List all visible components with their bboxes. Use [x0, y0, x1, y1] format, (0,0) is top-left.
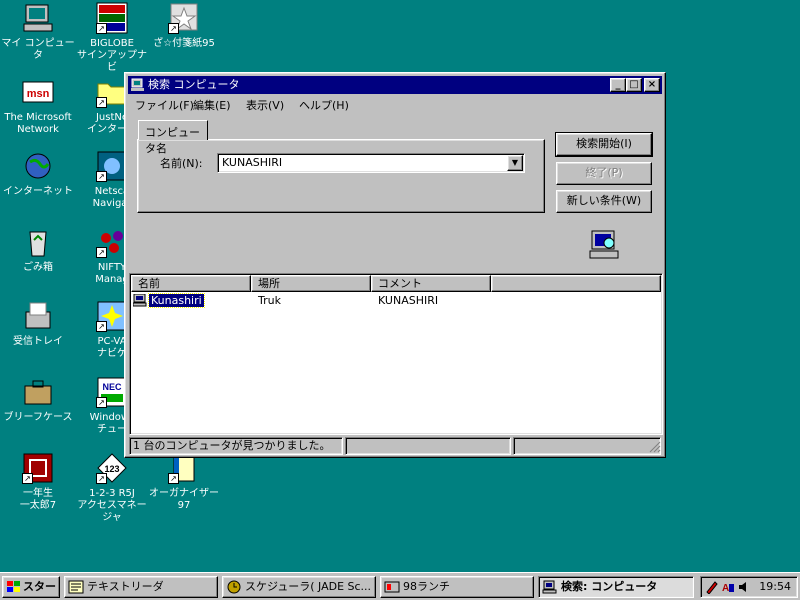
tab-panel	[137, 139, 545, 213]
msn-icon-image: msn	[22, 76, 54, 108]
globe-icon	[22, 150, 54, 182]
icon-label: ブリーフケース	[3, 412, 73, 423]
icon-label: オーガナイザー 97	[149, 488, 219, 511]
status-text: 1 台のコンピュータが見つかりました。	[129, 437, 343, 455]
ichitaro-icon[interactable]: ↗ 一年生 一太郎7	[0, 452, 76, 512]
msn-icon[interactable]: msn The Microsoft Network	[0, 76, 76, 136]
start-button[interactable]: スタート	[2, 576, 60, 598]
new-search-button[interactable]: 新しい条件(W)	[556, 190, 652, 213]
minimize-button[interactable]: _	[610, 78, 626, 92]
system-tray: A 19:54	[700, 576, 798, 598]
start-search-button[interactable]: 検索開始(I)	[555, 132, 653, 157]
find-computer-icon	[131, 78, 145, 92]
menu-help[interactable]: ヘルプ(H)	[299, 97, 349, 113]
name-combobox-value: KUNASHIRI	[222, 156, 283, 169]
taskbar: スタート テキストリーダ スケジューラ( JADE Sc... 98ランチ 検索…	[0, 572, 800, 600]
chevron-down-icon[interactable]: ▼	[507, 155, 523, 171]
taskbar-item-scheduler[interactable]: スケジューラ( JADE Sc...	[222, 576, 376, 598]
svg-text:NEC: NEC	[102, 382, 122, 392]
maximize-button[interactable]: □	[626, 78, 642, 92]
sticky-notes-icon-image: ↗	[168, 2, 200, 34]
svg-text:msn: msn	[27, 88, 50, 100]
resize-grip-icon[interactable]	[649, 441, 661, 453]
window-title: 検索 コンピュータ	[148, 78, 240, 91]
lotus-123-icon[interactable]: 123 ↗ 1-2-3 R5J アクセスマネージャ	[74, 452, 150, 524]
svg-text:A: A	[722, 583, 729, 594]
taskbar-item-text-reader[interactable]: テキストリーダ	[64, 576, 218, 598]
taskbar-item-98-launcher[interactable]: 98ランチ	[380, 576, 534, 598]
taskbar-item-label: 検索: コンピュータ	[561, 580, 658, 593]
icon-label: 一年生 一太郎7	[19, 488, 57, 511]
clock[interactable]: 19:54	[759, 580, 791, 593]
stop-button[interactable]: 終了(P)	[556, 162, 652, 185]
search-computer-icon	[589, 229, 621, 261]
result-name: Kunashiri	[148, 293, 205, 308]
result-location: Truk	[258, 294, 281, 307]
status-panel-2	[345, 437, 511, 455]
recycle-bin-icon[interactable]: ごみ箱	[0, 226, 76, 274]
sticky-notes-icon[interactable]: ↗ ざ☆付箋紙95	[146, 2, 222, 50]
icon-label: インターネット	[3, 186, 73, 197]
table-row[interactable]: Kunashiri Truk KUNASHIRI	[132, 293, 662, 309]
icon-label: BIGLOBE サインアップナビ	[77, 38, 147, 73]
find-computer-icon	[542, 580, 558, 594]
taskbar-item-find-computer[interactable]: 検索: コンピュータ	[538, 576, 694, 598]
menu-edit[interactable]: 編集(E)	[193, 97, 231, 113]
result-comment: KUNASHIRI	[378, 294, 439, 307]
recycle-bin-icon-image	[22, 226, 54, 258]
taskbar-item-label: スケジューラ( JADE Sc...	[245, 580, 372, 593]
clock-icon	[226, 580, 242, 594]
icon-label: 受信トレイ	[13, 336, 63, 347]
tab-computer-name[interactable]: コンピュータ名	[138, 120, 208, 155]
briefcase-icon-image	[22, 376, 54, 408]
menu-file[interactable]: ファイル(F)	[135, 97, 194, 113]
name-label: 名前(N):	[160, 157, 203, 170]
ichitaro-icon-image: ↗	[22, 452, 54, 484]
icon-label: マイ コンピュータ	[1, 38, 75, 61]
column-filler	[491, 275, 661, 292]
status-panel-3	[513, 437, 661, 455]
organizer-icon[interactable]: ↗ オーガナイザー 97	[146, 452, 222, 512]
column-name[interactable]: 名前	[131, 275, 251, 292]
internet-icon[interactable]: インターネット	[0, 150, 76, 198]
results-list[interactable]: 名前 場所 コメント Kunashiri Truk KUNASHIRI	[129, 273, 663, 435]
computer-icon	[132, 293, 147, 307]
icon-label: 1-2-3 R5J アクセスマネージャ	[77, 488, 147, 523]
launcher-icon	[384, 580, 400, 594]
my-computer-icon-image	[22, 2, 54, 34]
name-combobox[interactable]: KUNASHIRI ▼	[217, 153, 525, 173]
briefcase-icon[interactable]: ブリーフケース	[0, 376, 76, 424]
column-comment[interactable]: コメント	[371, 275, 491, 292]
column-location[interactable]: 場所	[251, 275, 371, 292]
biglobe-icon-image: ↗	[96, 2, 128, 34]
inbox-icon[interactable]: 受信トレイ	[0, 300, 76, 348]
icon-label: ごみ箱	[23, 262, 53, 273]
text-reader-icon	[68, 580, 84, 594]
window-titlebar[interactable]: 検索 コンピュータ _ □ ×	[128, 76, 662, 94]
icon-label: The Microsoft Network	[4, 112, 72, 135]
menu-view[interactable]: 表示(V)	[246, 97, 284, 113]
biglobe-signup-icon[interactable]: ↗ BIGLOBE サインアップナビ	[74, 2, 150, 74]
volume-icon[interactable]	[737, 580, 751, 597]
my-computer-icon[interactable]: マイ コンピュータ	[0, 2, 76, 62]
ime-icon[interactable]: A	[721, 580, 735, 597]
close-button[interactable]: ×	[644, 78, 660, 92]
taskbar-item-label: テキストリーダ	[87, 580, 164, 593]
start-label: スタート	[23, 580, 59, 593]
icon-label: ざ☆付箋紙95	[153, 38, 215, 49]
menu-bar: ファイル(F) 編集(E) 表示(V) ヘルプ(H)	[129, 95, 661, 113]
pen-icon[interactable]	[705, 580, 719, 597]
windows-logo-icon	[6, 580, 22, 594]
find-computer-window: 検索 コンピュータ _ □ × ファイル(F) 編集(E) 表示(V) ヘルプ(…	[124, 72, 666, 458]
status-bar: 1 台のコンピュータが見つかりました。	[129, 437, 663, 455]
inbox-icon-image	[22, 300, 54, 332]
taskbar-item-label: 98ランチ	[403, 580, 450, 593]
